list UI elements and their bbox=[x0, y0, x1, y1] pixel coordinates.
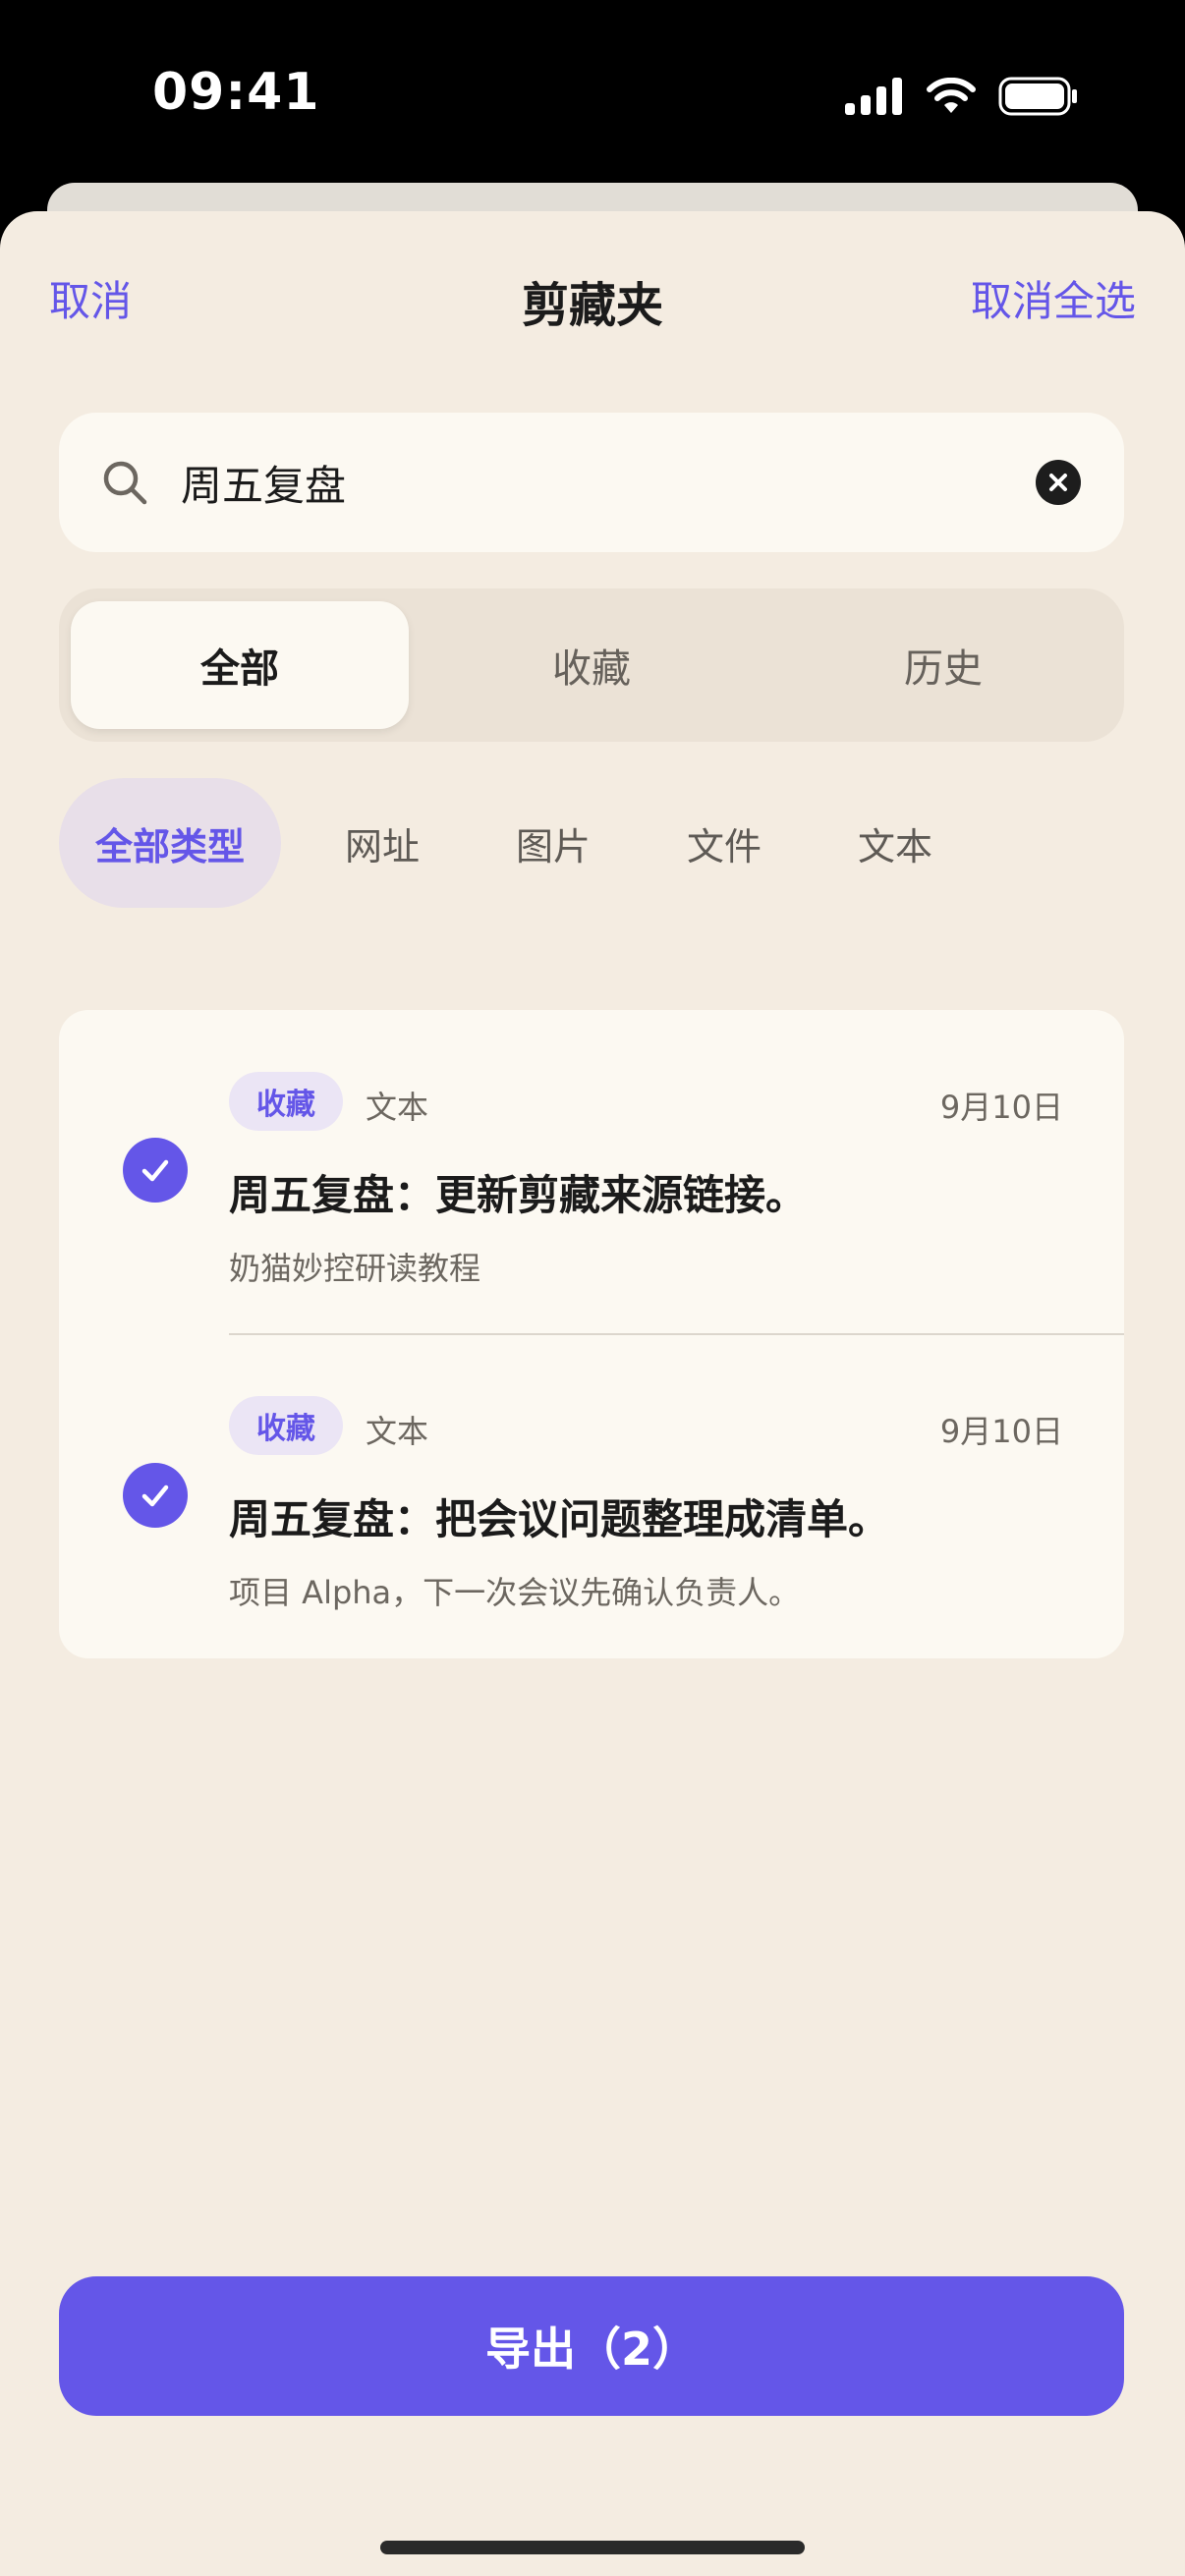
status-icons bbox=[845, 75, 1079, 118]
cellular-signal-icon bbox=[845, 78, 902, 115]
favorite-badge: 收藏 bbox=[229, 1072, 343, 1131]
search-icon bbox=[103, 461, 147, 505]
filter-file[interactable]: 文件 bbox=[662, 778, 786, 908]
item-subtitle: 项目 Alpha，下一次会议先确认负责人。 bbox=[229, 1574, 801, 1611]
scope-segmented-control: 全部 收藏 历史 bbox=[59, 588, 1124, 742]
screen: 09:41 取消 剪藏夹 取消全选 周五复盘 全部 收藏 历史 全部类型 网址 … bbox=[0, 0, 1185, 2576]
item-subtitle: 奶猫妙控研读教程 bbox=[229, 1250, 481, 1287]
segment-history[interactable]: 历史 bbox=[774, 601, 1112, 729]
item-type-label: 文本 bbox=[366, 1413, 429, 1450]
clear-icon bbox=[1049, 474, 1067, 491]
checkmark-icon bbox=[141, 1484, 169, 1507]
wifi-icon bbox=[927, 78, 976, 113]
segment-all[interactable]: 全部 bbox=[71, 601, 409, 729]
status-time: 09:41 bbox=[152, 63, 320, 122]
selected-checkbox[interactable] bbox=[123, 1138, 188, 1203]
type-filter-bar: 全部类型 网址 图片 文件 文本 bbox=[59, 778, 1140, 908]
clip-list: 收藏 文本 9月10日 周五复盘：更新剪藏来源链接。 奶猫妙控研读教程 收藏 文… bbox=[59, 1010, 1124, 1658]
search-input[interactable] bbox=[181, 413, 1006, 552]
filter-url[interactable]: 网址 bbox=[320, 778, 444, 908]
list-item[interactable]: 收藏 文本 9月10日 周五复盘：把会议问题整理成清单。 项目 Alpha，下一… bbox=[59, 1334, 1124, 1658]
search-box[interactable] bbox=[59, 413, 1124, 552]
item-type-label: 文本 bbox=[366, 1089, 429, 1126]
checkmark-icon bbox=[141, 1159, 169, 1182]
list-item[interactable]: 收藏 文本 9月10日 周五复盘：更新剪藏来源链接。 奶猫妙控研读教程 bbox=[59, 1010, 1124, 1335]
deselect-all-button[interactable]: 取消全选 bbox=[971, 268, 1136, 328]
filter-all-types[interactable]: 全部类型 bbox=[59, 778, 281, 908]
export-button[interactable]: 导出（2） bbox=[59, 2276, 1124, 2416]
filter-image[interactable]: 图片 bbox=[491, 778, 615, 908]
selected-checkbox[interactable] bbox=[123, 1463, 188, 1528]
item-date: 9月10日 bbox=[939, 1413, 1063, 1450]
filter-text[interactable]: 文本 bbox=[833, 778, 957, 908]
favorite-badge: 收藏 bbox=[229, 1396, 343, 1455]
clipboard-sheet: 取消 剪藏夹 取消全选 全部 收藏 历史 全部类型 bbox=[0, 211, 1185, 2576]
item-title: 周五复盘：把会议问题整理成清单。 bbox=[229, 1495, 890, 1543]
item-date: 9月10日 bbox=[939, 1089, 1063, 1126]
clear-search-button[interactable] bbox=[1036, 460, 1081, 505]
status-bar: 09:41 bbox=[0, 0, 1185, 187]
battery-icon bbox=[998, 77, 1077, 116]
cancel-button[interactable]: 取消 bbox=[49, 268, 132, 328]
segment-favorites[interactable]: 收藏 bbox=[423, 601, 761, 729]
item-title: 周五复盘：更新剪藏来源链接。 bbox=[229, 1171, 808, 1219]
home-indicator bbox=[380, 2541, 805, 2554]
